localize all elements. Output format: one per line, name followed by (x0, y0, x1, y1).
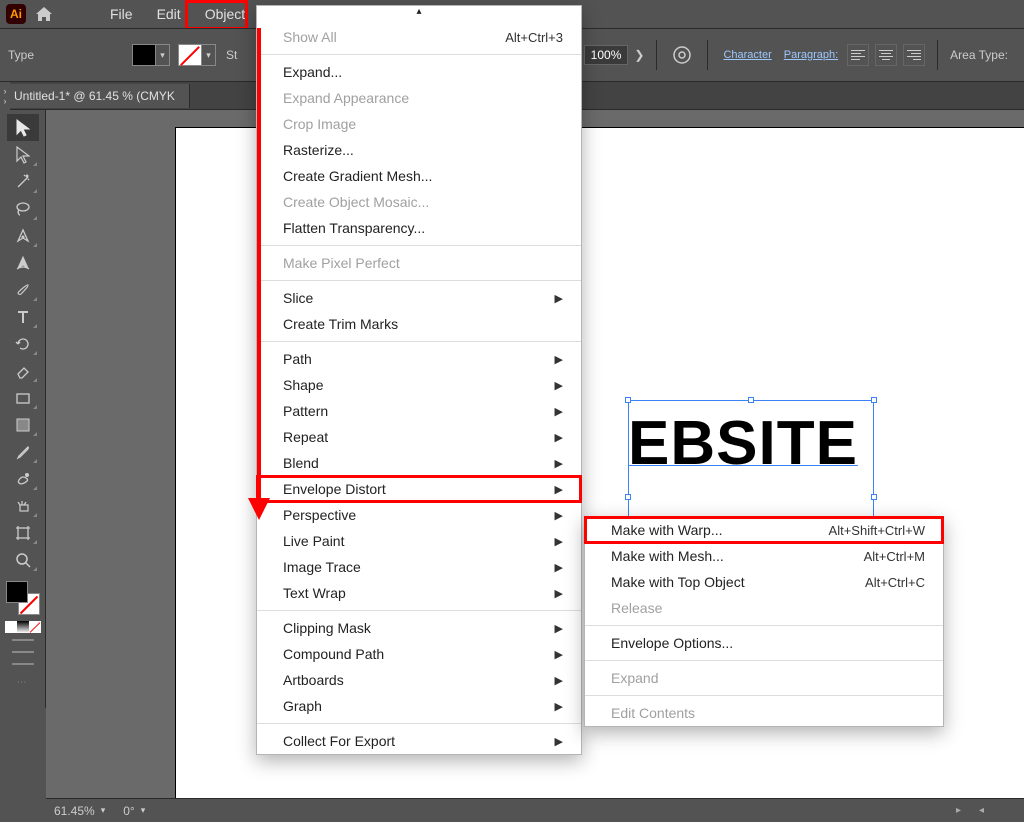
menu-repeat[interactable]: Repeat▶ (257, 424, 581, 450)
status-bar: 61.45% ▾ 0° ▾ ▸ ◂ (46, 798, 1024, 822)
magic-wand-tool[interactable] (7, 168, 39, 195)
status-angle[interactable]: 0° (123, 804, 134, 818)
blob-brush-tool[interactable] (7, 465, 39, 492)
menu-collect-for-export[interactable]: Collect For Export▶ (257, 728, 581, 754)
divider (937, 40, 938, 70)
paintbrush-tool[interactable] (7, 276, 39, 303)
submenu-make-with-top-object[interactable]: Make with Top ObjectAlt+Ctrl+C (585, 569, 943, 595)
menu-crop-image[interactable]: Crop Image (257, 111, 581, 137)
angle-dropdown-icon[interactable]: ▾ (141, 805, 146, 816)
character-panel-link[interactable]: Character (723, 49, 771, 61)
fill-color[interactable] (6, 581, 28, 603)
scrollbar-left-icon[interactable]: ▸ (956, 805, 961, 816)
stroke-label: St (226, 48, 237, 62)
menu-text-wrap[interactable]: Text Wrap▶ (257, 580, 581, 606)
menu-graph[interactable]: Graph▶ (257, 693, 581, 719)
menu-object[interactable]: Object (193, 2, 257, 26)
menu-expand[interactable]: Expand... (257, 59, 581, 85)
menu-compound-path[interactable]: Compound Path▶ (257, 641, 581, 667)
menu-slice[interactable]: Slice▶ (257, 285, 581, 311)
submenu-edit-contents[interactable]: Edit Contents (585, 700, 943, 726)
submenu-expand[interactable]: Expand (585, 665, 943, 691)
divider (656, 40, 657, 70)
menu-rasterize[interactable]: Rasterize... (257, 137, 581, 163)
color-wheel-icon[interactable] (669, 42, 695, 68)
submenu-envelope-options[interactable]: Envelope Options... (585, 630, 943, 656)
zoom-dropdown-icon[interactable]: ▾ (101, 805, 106, 816)
zoom-field[interactable]: 100% (584, 45, 629, 65)
home-icon[interactable] (30, 6, 58, 22)
submenu-make-with-mesh[interactable]: Make with Mesh...Alt+Ctrl+M (585, 543, 943, 569)
pen-tool[interactable] (7, 222, 39, 249)
status-zoom[interactable]: 61.45% (54, 804, 95, 818)
menu-blend[interactable]: Blend▶ (257, 450, 581, 476)
divider (707, 40, 708, 70)
menu-artboards[interactable]: Artboards▶ (257, 667, 581, 693)
document-tab[interactable]: Untitled-1* @ 61.45 % (CMYK (0, 84, 190, 108)
fill-swatch[interactable] (132, 44, 156, 66)
eyedropper-tool[interactable] (7, 438, 39, 465)
menu-envelope-distort[interactable]: Envelope Distort▶ (257, 476, 581, 502)
symbol-sprayer-tool[interactable] (7, 492, 39, 519)
menu-clipping-mask[interactable]: Clipping Mask▶ (257, 615, 581, 641)
menu-pattern[interactable]: Pattern▶ (257, 398, 581, 424)
scrollbar-left-icon2[interactable]: ◂ (979, 805, 984, 816)
zoom-tool[interactable] (7, 546, 39, 573)
menu-create-trim-marks[interactable]: Create Trim Marks (257, 311, 581, 337)
chevron-right-icon[interactable]: ❯ (634, 48, 644, 62)
curvature-tool[interactable] (7, 249, 39, 276)
menu-live-paint[interactable]: Live Paint▶ (257, 528, 581, 554)
menu-flatten-transparency[interactable]: Flatten Transparency... (257, 215, 581, 241)
menu-show-all[interactable]: Show AllAlt+Ctrl+3 (257, 24, 581, 50)
rectangle-tool[interactable] (7, 411, 39, 438)
stroke-dropdown[interactable]: ▾ (202, 44, 216, 66)
lasso-tool[interactable] (7, 195, 39, 222)
paragraph-panel-link[interactable]: Paragraph: (784, 49, 838, 61)
submenu-release[interactable]: Release (585, 595, 943, 621)
menu-expand-appearance[interactable]: Expand Appearance (257, 85, 581, 111)
submenu-make-with-warp[interactable]: Make with Warp...Alt+Shift+Ctrl+W (585, 517, 943, 543)
color-mode-row[interactable] (5, 621, 41, 633)
align-left-button[interactable] (847, 44, 869, 66)
menu-path[interactable]: Path▶ (257, 346, 581, 372)
envelope-distort-submenu: Make with Warp...Alt+Shift+Ctrl+W Make w… (584, 516, 944, 727)
menu-perspective[interactable]: Perspective▶ (257, 502, 581, 528)
menu-gradient-mesh[interactable]: Create Gradient Mesh... (257, 163, 581, 189)
stroke-swatch[interactable] (178, 44, 202, 66)
menu-shape[interactable]: Shape▶ (257, 372, 581, 398)
eraser-tool[interactable] (7, 357, 39, 384)
tool-panel: ⋯ (0, 110, 46, 708)
align-center-button[interactable] (875, 44, 897, 66)
edit-toolbar-button[interactable]: ⋯ (17, 677, 29, 688)
type-tool[interactable] (7, 303, 39, 330)
type-label: Type (8, 48, 34, 62)
selection-tool[interactable] (7, 114, 39, 141)
fill-dropdown[interactable]: ▾ (156, 44, 170, 66)
fill-stroke-control[interactable] (6, 581, 40, 615)
menu-pixel-perfect[interactable]: Make Pixel Perfect (257, 250, 581, 276)
object-menu: ▴ Show AllAlt+Ctrl+3 Expand... Expand Ap… (256, 5, 582, 755)
area-type-label: Area Type: (950, 48, 1008, 62)
align-right-button[interactable] (903, 44, 925, 66)
shape-tool[interactable] (7, 384, 39, 411)
menu-image-trace[interactable]: Image Trace▶ (257, 554, 581, 580)
draw-mode-icons[interactable] (12, 639, 34, 673)
menu-scroll-up-icon[interactable]: ▴ (257, 6, 581, 24)
app-logo: Ai (6, 4, 26, 24)
rotate-tool[interactable] (7, 330, 39, 357)
artboard-tool[interactable] (7, 519, 39, 546)
panel-toggle-icon[interactable]: ›› (0, 82, 10, 110)
direct-selection-tool[interactable] (7, 141, 39, 168)
menu-object-mosaic[interactable]: Create Object Mosaic... (257, 189, 581, 215)
menu-edit[interactable]: Edit (145, 2, 193, 26)
menu-file[interactable]: File (98, 2, 145, 26)
